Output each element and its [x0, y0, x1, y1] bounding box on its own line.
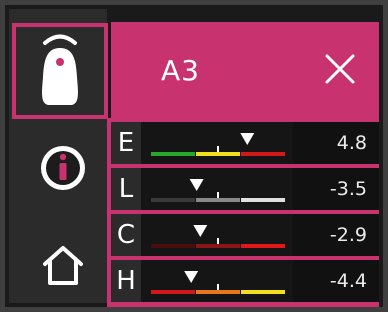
- close-icon: [325, 54, 355, 84]
- row-value: 4.8: [293, 122, 379, 164]
- scale-segment: [196, 290, 240, 294]
- deviation-marker: [240, 133, 255, 145]
- scale-segment: [151, 152, 195, 156]
- scale-segment: [241, 198, 285, 202]
- center-tick: [217, 146, 219, 152]
- info-button[interactable]: [37, 142, 89, 194]
- home-icon: [43, 246, 83, 285]
- scale-segment: [196, 152, 240, 156]
- center-tick: [217, 284, 219, 290]
- row-h: H -4.4: [111, 260, 379, 302]
- deviation-bar: [151, 225, 285, 248]
- home-button[interactable]: [39, 241, 87, 289]
- scale-segment: [241, 290, 285, 294]
- close-button[interactable]: [323, 52, 357, 86]
- row-value: -2.9: [293, 214, 379, 256]
- sidebar: [9, 9, 108, 303]
- row-letter: L: [111, 168, 141, 210]
- deviation-marker: [193, 225, 208, 237]
- header: A3: [111, 22, 379, 118]
- row-value: -3.5: [293, 168, 379, 210]
- shade-title: A3: [161, 54, 200, 87]
- scale-segment: [151, 244, 195, 248]
- row-value: -4.4: [293, 260, 379, 302]
- tooth-icon: [42, 34, 78, 105]
- row-letter: C: [111, 214, 141, 256]
- row-letter: H: [111, 260, 141, 302]
- deviation-bar: [151, 179, 285, 202]
- scale-segment: [241, 244, 285, 248]
- shade-panel: A3 E 4.8 L -3.5 C -2.9 H -4.4: [5, 5, 383, 307]
- tooth-button[interactable]: [12, 23, 108, 119]
- scale-segment: [151, 290, 195, 294]
- deviation-marker: [184, 271, 199, 283]
- row-l: L -3.5: [111, 168, 379, 210]
- scale-segment: [241, 152, 285, 156]
- deviation-marker: [189, 179, 204, 191]
- row-e: E 4.8: [111, 122, 379, 164]
- info-icon: [41, 146, 85, 190]
- scale-segment: [151, 198, 195, 202]
- center-tick: [217, 192, 219, 198]
- scale-segment: [196, 198, 240, 202]
- deviation-bar: [151, 133, 285, 156]
- row-letter: E: [111, 122, 141, 164]
- scale-segment: [196, 244, 240, 248]
- row-c: C -2.9: [111, 214, 379, 256]
- measurement-rows: E 4.8 L -3.5 C -2.9 H -4.4: [107, 118, 379, 307]
- deviation-bar: [151, 271, 285, 294]
- center-tick: [217, 238, 219, 244]
